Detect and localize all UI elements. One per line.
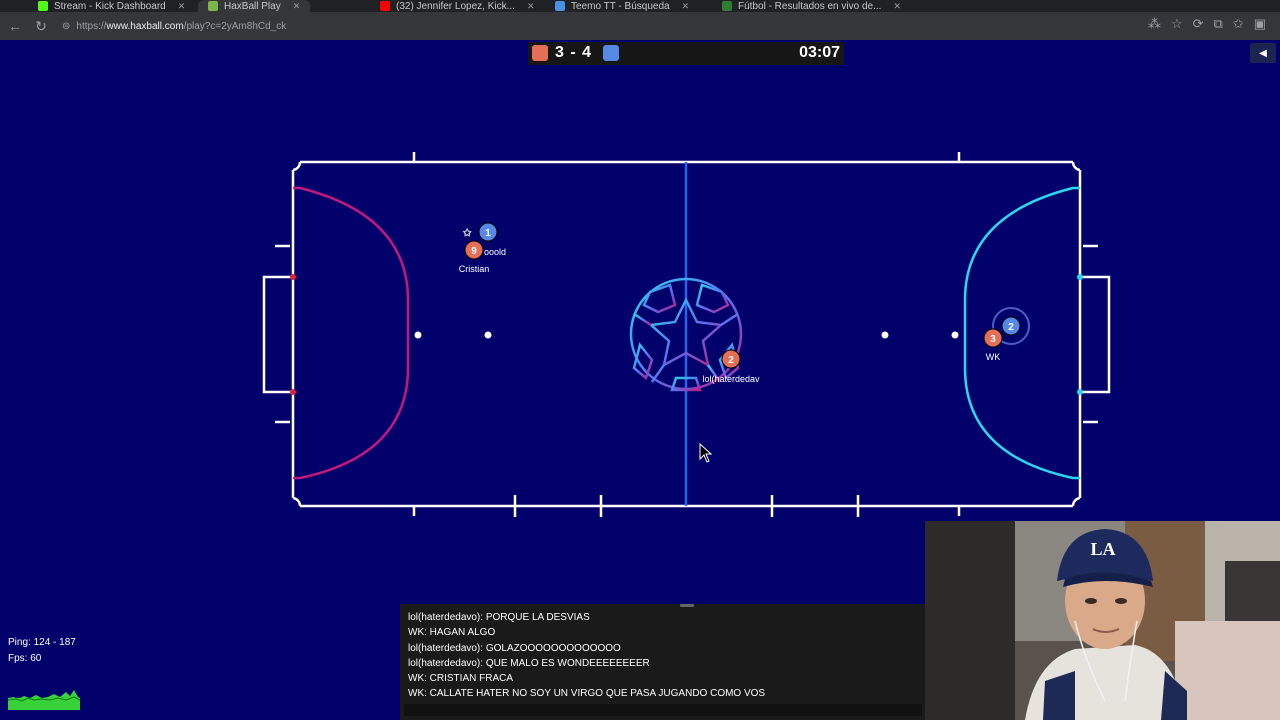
svg-text:2: 2 [728, 355, 734, 366]
chat-input[interactable] [404, 704, 922, 716]
mouse-cursor-icon [699, 442, 713, 463]
captain-star-icon: ✩ [462, 227, 472, 239]
svg-text:3: 3 [990, 334, 996, 345]
chat-message: lol(haterdedavo): PORQUE LA DESVIAS [408, 612, 590, 623]
blue-penalty-area [963, 186, 1080, 480]
player-blue-1: ✩ 1 [462, 222, 498, 242]
network-stats: Ping: 124 - 187 Fps: 60 [8, 635, 76, 666]
chat-message: lol(haterdedavo): QUE MALO ES WONDEEEEEE… [408, 657, 650, 669]
player-red-9: 9 ooold Cristian [459, 240, 506, 274]
chat-panel: lol(haterdedavo): PORQUE LA DESVIAS WK: … [400, 604, 926, 720]
svg-text:Cristian: Cristian [459, 264, 490, 274]
svg-text:ooold: ooold [484, 247, 506, 257]
webcam-overlay: LA [925, 521, 1280, 720]
chat-log: lol(haterdedavo): PORQUE LA DESVIAS WK: … [408, 610, 765, 702]
svg-text:1: 1 [485, 228, 491, 239]
player-red-2: 2 lol(haterdedav [702, 349, 760, 384]
fps-readout: Fps: 60 [8, 652, 42, 664]
player-red-3: 3 WK [983, 328, 1003, 362]
red-penalty-area [293, 186, 410, 480]
svg-text:2: 2 [1008, 322, 1014, 333]
svg-text:9: 9 [471, 246, 477, 257]
chat-message: WK: HAGAN ALGO [408, 627, 496, 639]
chat-resize-handle[interactable] [680, 604, 694, 607]
svg-text:LA: LA [1090, 539, 1115, 559]
chat-message: WK: CRISTIAN FRACA [408, 673, 514, 685]
svg-text:lol(haterdedav: lol(haterdedav [702, 374, 760, 384]
chat-message: WK: CALLATE HATER NO SOY UN VIRGO QUE PA… [408, 688, 766, 700]
chat-message: lol(haterdedavo): GOLAZOOOOOOOOOOOOO [408, 642, 621, 654]
ping-graph [8, 690, 80, 710]
ping-readout: Ping: 124 - 187 [8, 637, 76, 648]
svg-text:WK: WK [986, 352, 1001, 362]
